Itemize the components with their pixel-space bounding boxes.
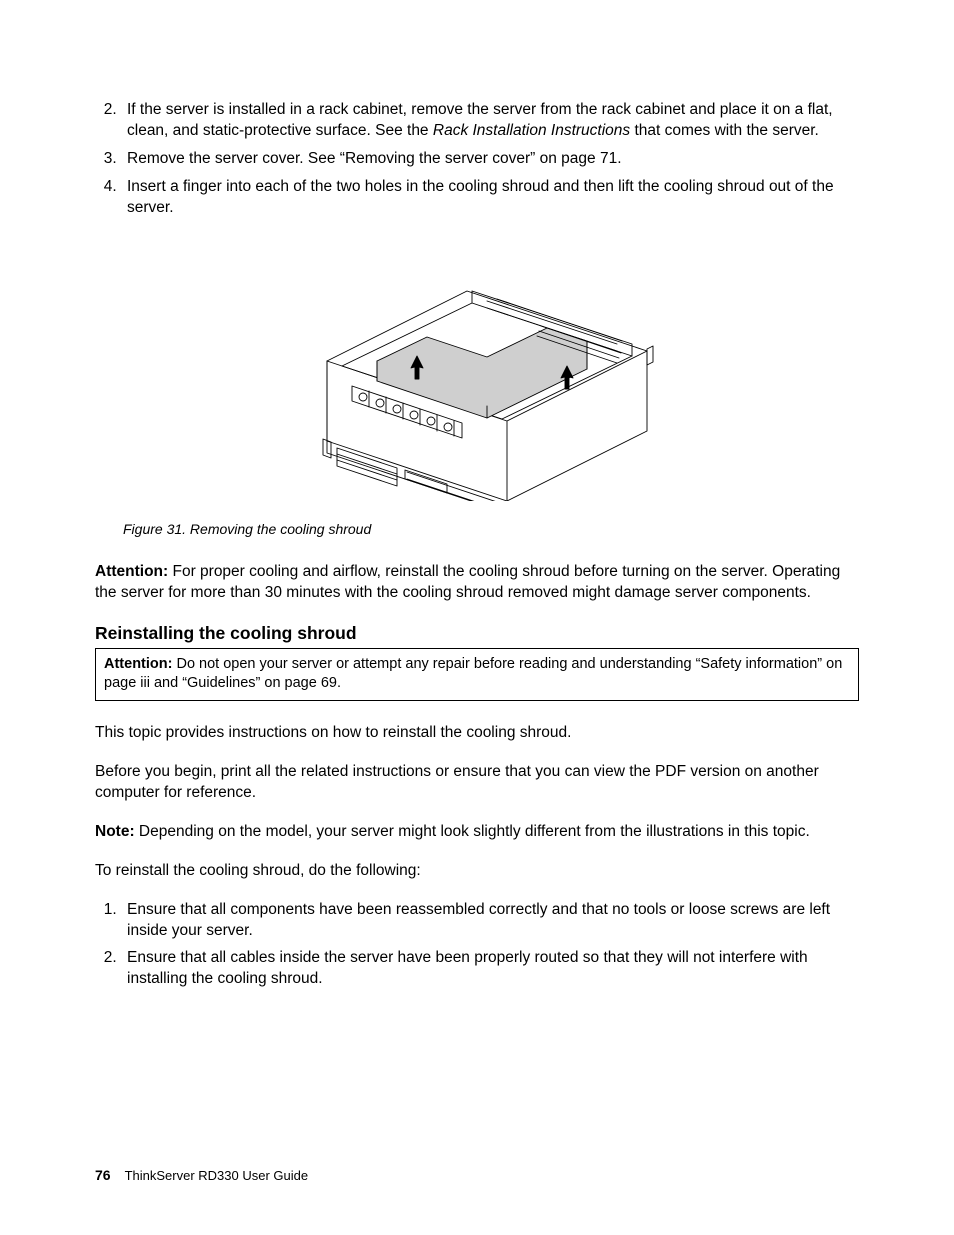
procedure-steps-top: If the server is installed in a rack cab… — [95, 100, 859, 219]
lead-in-paragraph: To reinstall the cooling shroud, do the … — [95, 861, 859, 882]
note-paragraph: Note: Depending on the model, your serve… — [95, 822, 859, 843]
step-2-emphasis: Rack Installation Instructions — [433, 122, 630, 139]
step-3: Remove the server cover. See “Removing t… — [121, 149, 859, 170]
attention-box-label: Attention: — [104, 656, 172, 672]
figure-31 — [95, 241, 859, 508]
figure-caption: Figure 31. Removing the cooling shroud — [123, 520, 859, 539]
before-begin-paragraph: Before you begin, print all the related … — [95, 762, 859, 804]
attention-text: For proper cooling and airflow, reinstal… — [95, 563, 840, 601]
note-label: Note: — [95, 823, 135, 840]
step-4: Insert a finger into each of the two hol… — [121, 177, 859, 219]
section-heading-reinstalling: Reinstalling the cooling shroud — [95, 622, 859, 646]
attention-box-text: Do not open your server or attempt any r… — [104, 656, 842, 692]
server-shroud-illustration — [287, 241, 667, 501]
step-2: If the server is installed in a rack cab… — [121, 100, 859, 142]
page-number: 76 — [95, 1167, 111, 1183]
page-footer: 76 ThinkServer RD330 User Guide — [95, 1166, 308, 1185]
note-text: Depending on the model, your server migh… — [135, 823, 810, 840]
attention-label: Attention: — [95, 563, 168, 580]
attention-paragraph: Attention: For proper cooling and airflo… — [95, 562, 859, 604]
step-2-text-b: that comes with the server. — [630, 122, 819, 139]
reinstall-step-2: Ensure that all cables inside the server… — [121, 948, 859, 990]
reinstall-step-1: Ensure that all components have been rea… — [121, 900, 859, 942]
attention-box: Attention: Do not open your server or at… — [95, 648, 859, 701]
procedure-steps-bottom: Ensure that all components have been rea… — [95, 900, 859, 991]
document-title: ThinkServer RD330 User Guide — [125, 1168, 309, 1183]
intro-paragraph: This topic provides instructions on how … — [95, 723, 859, 744]
